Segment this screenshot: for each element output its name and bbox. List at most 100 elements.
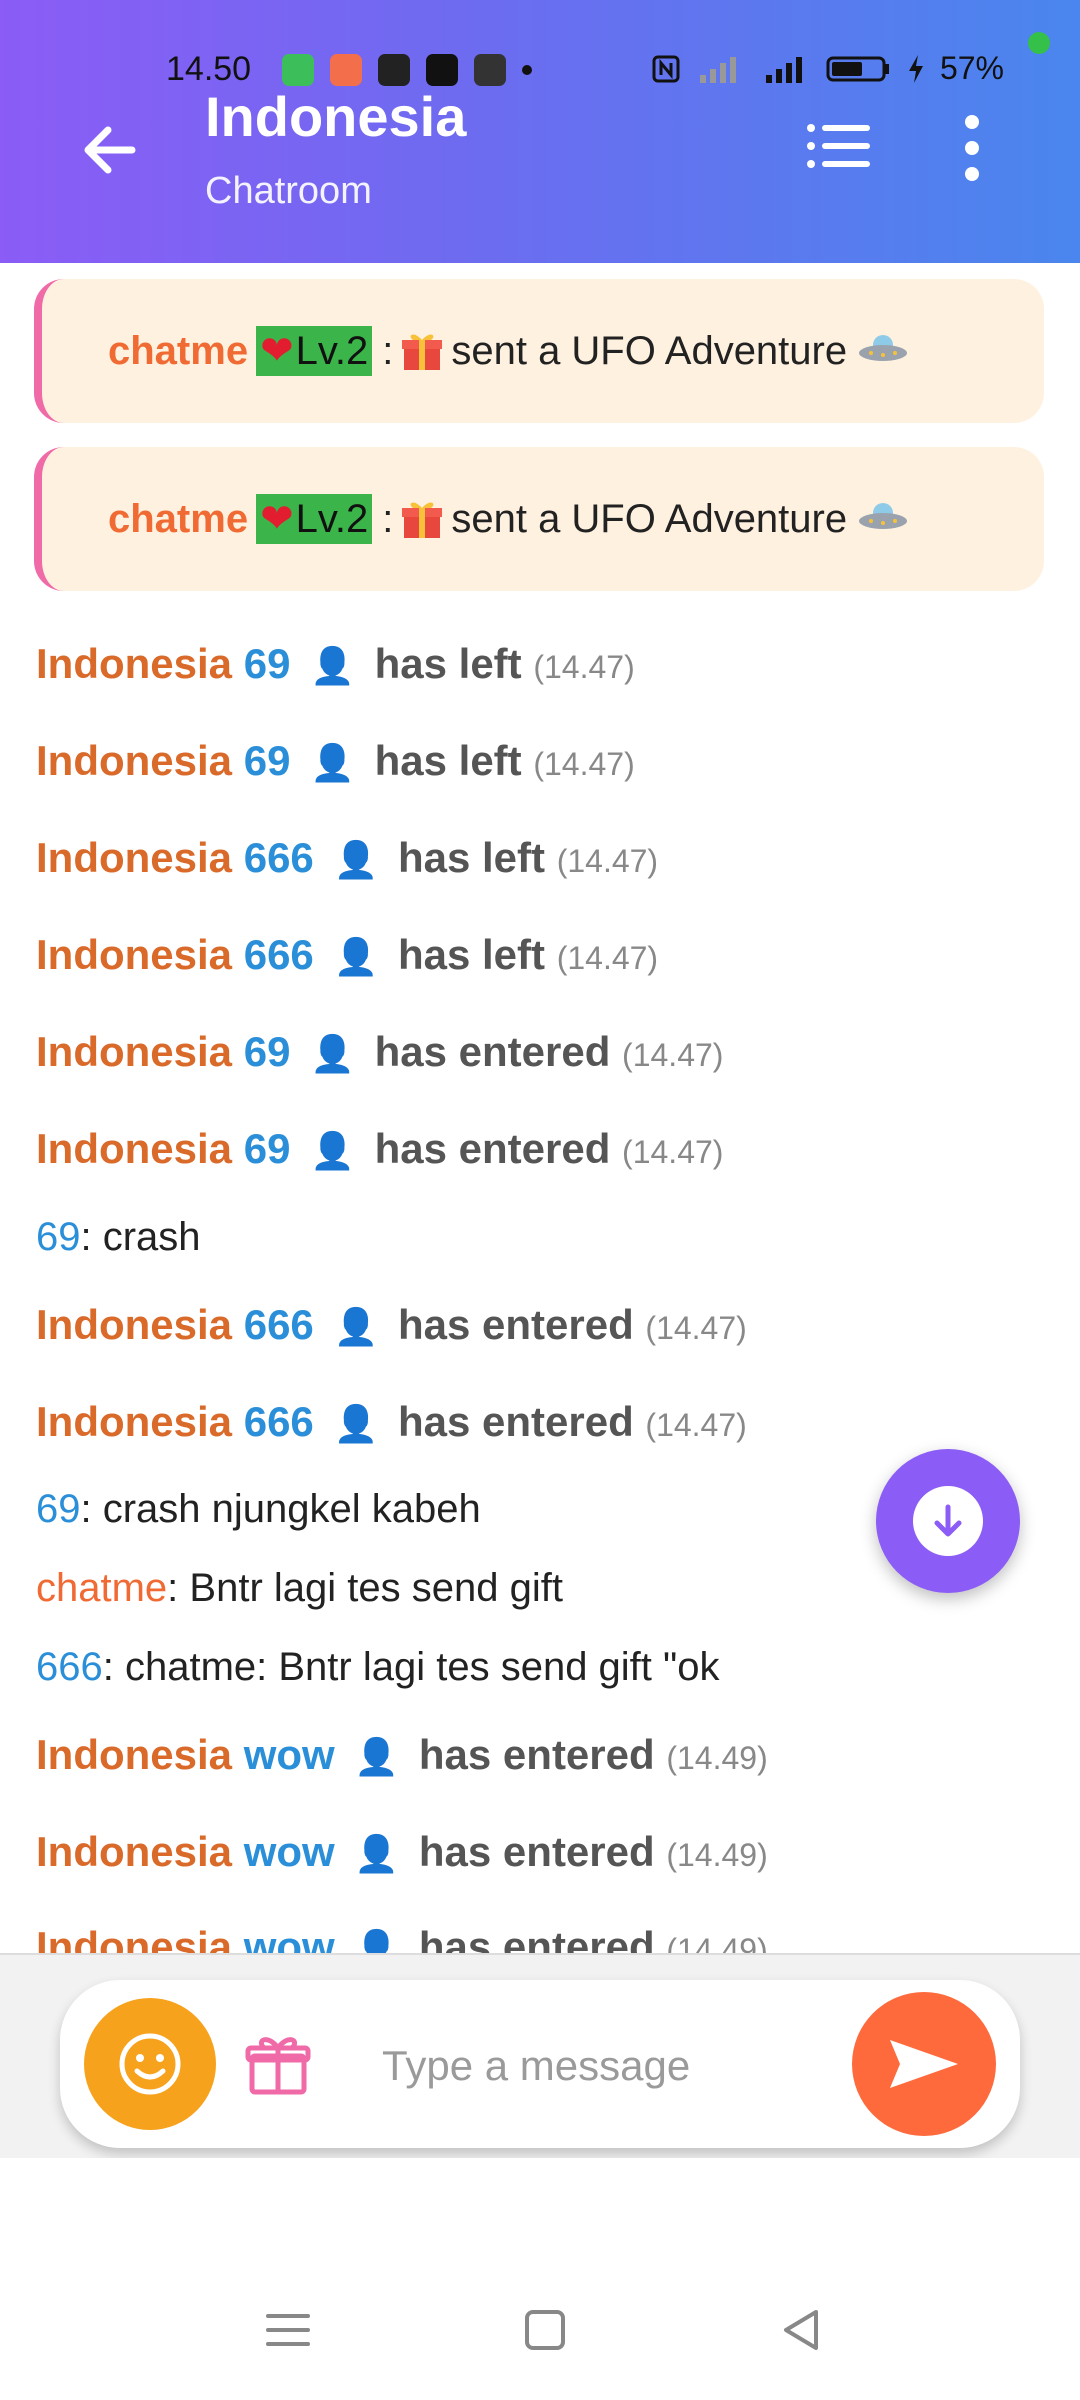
- event-room: Indonesia: [36, 834, 233, 881]
- gift-text: sent a UFO Adventure: [451, 496, 848, 541]
- person-icon: 👤: [354, 1928, 400, 1953]
- event-user[interactable]: 666: [244, 1398, 314, 1445]
- event-room: Indonesia: [36, 1398, 233, 1445]
- event-room: Indonesia: [36, 1028, 233, 1075]
- home-button[interactable]: [515, 2300, 575, 2360]
- message-sender[interactable]: chatme: [36, 1566, 167, 1610]
- status-bar: 14.50 57%: [0, 0, 1080, 140]
- more-notifications-dot: [522, 65, 532, 75]
- event-user[interactable]: 666: [244, 1301, 314, 1348]
- event-user[interactable]: 69: [244, 1028, 291, 1075]
- event-room: Indonesia: [36, 1828, 233, 1875]
- event-action: has entered: [374, 1125, 611, 1172]
- event-room: Indonesia: [36, 737, 233, 784]
- person-icon: 👤: [354, 1833, 400, 1874]
- event-user[interactable]: wow: [244, 1923, 335, 1953]
- signal-icon: [699, 56, 736, 83]
- event-time: (14.47): [556, 940, 659, 976]
- participants-list-button[interactable]: [804, 118, 874, 178]
- signal-4g-icon: [765, 56, 802, 83]
- presence-event: Indonesia 69 👤 has left (14.47): [36, 640, 635, 688]
- ufo-icon: [859, 503, 908, 529]
- message-text: : crash: [80, 1215, 201, 1259]
- arrow-down-circle-icon: [913, 1486, 983, 1556]
- gift-separator: :: [382, 496, 394, 541]
- event-room: Indonesia: [36, 640, 233, 687]
- menu-icon: [266, 2314, 310, 2346]
- chat-message: chatme: Bntr lagi tes send gift: [36, 1566, 563, 1611]
- message-text: : chatme: Bntr lagi tes send gift "ok: [102, 1645, 720, 1689]
- gift-message: chatme ❤ Lv.2 : sent a UFO Adventure: [34, 447, 1044, 591]
- more-options-button[interactable]: [952, 112, 992, 184]
- event-time: (14.49): [666, 1932, 768, 1953]
- presence-event: Indonesia 666 👤 has left (14.47): [36, 834, 658, 882]
- event-action: has left: [397, 834, 546, 881]
- privacy-indicator-dot: [1028, 32, 1050, 54]
- notification-app-icon: [426, 54, 458, 86]
- event-time: (14.47): [533, 746, 635, 782]
- nfc-icon: [652, 55, 680, 82]
- message-sender[interactable]: 69: [36, 1487, 81, 1531]
- person-icon: 👤: [333, 1403, 379, 1444]
- message-sender[interactable]: 666: [36, 1645, 103, 1689]
- list-icon: [807, 124, 870, 168]
- message-input[interactable]: [380, 2020, 844, 2112]
- presence-event: Indonesia 69 👤 has entered (14.47): [36, 1125, 723, 1173]
- event-action: has entered: [418, 1828, 655, 1875]
- smiley-icon: [119, 2033, 181, 2095]
- event-action: has left: [374, 640, 522, 687]
- gift-sender[interactable]: chatme: [108, 329, 248, 374]
- chat-message-list[interactable]: chatme ❤ Lv.2 : sent a UFO Adventure cha…: [0, 263, 1080, 1953]
- back-button[interactable]: [70, 110, 150, 190]
- event-user[interactable]: 69: [244, 1125, 291, 1172]
- send-button[interactable]: [852, 1992, 996, 2136]
- gift-icon: [245, 2037, 311, 2095]
- event-time: (14.49): [666, 1740, 768, 1776]
- triangle-back-icon: [784, 2310, 818, 2350]
- event-user[interactable]: 69: [244, 737, 291, 784]
- person-icon: 👤: [310, 645, 355, 686]
- event-time: (14.47): [622, 1134, 724, 1170]
- emoji-button[interactable]: [84, 1998, 216, 2130]
- event-user[interactable]: 666: [244, 834, 314, 881]
- level-badge: ❤ Lv.2: [256, 494, 373, 544]
- gift-button[interactable]: [244, 2030, 312, 2098]
- send-icon: [890, 2040, 958, 2088]
- arrow-left-icon: [84, 126, 136, 174]
- person-icon: 👤: [333, 839, 379, 880]
- chat-message: 666: chatme: Bntr lagi tes send gift "ok: [36, 1645, 719, 1690]
- recent-apps-button[interactable]: [258, 2300, 318, 2360]
- person-icon: 👤: [310, 742, 355, 783]
- ufo-icon: [859, 335, 908, 361]
- person-icon: 👤: [354, 1736, 400, 1777]
- presence-event: Indonesia 666 👤 has left (14.47): [36, 931, 658, 979]
- notification-app-icon: [330, 54, 362, 86]
- event-user[interactable]: wow: [244, 1828, 335, 1875]
- scroll-to-bottom-button[interactable]: [876, 1449, 1020, 1593]
- presence-event: Indonesia wow 👤 has entered (14.49): [36, 1923, 768, 1953]
- presence-event: Indonesia 666 👤 has entered (14.47): [36, 1301, 747, 1349]
- gift-sender[interactable]: chatme: [108, 497, 248, 542]
- event-room: Indonesia: [36, 931, 233, 978]
- notification-icons: [282, 54, 532, 86]
- person-icon: 👤: [310, 1033, 355, 1074]
- charging-icon: [908, 54, 923, 83]
- person-icon: 👤: [333, 1306, 379, 1347]
- presence-event: Indonesia 666 👤 has entered (14.47): [36, 1398, 747, 1446]
- event-user[interactable]: 666: [244, 931, 314, 978]
- chat-message: 69: crash njungkel kabeh: [36, 1487, 481, 1532]
- event-user[interactable]: wow: [244, 1731, 335, 1778]
- gift-box-icon: [402, 334, 443, 370]
- person-icon: 👤: [310, 1130, 355, 1171]
- message-sender[interactable]: 69: [36, 1215, 81, 1259]
- presence-event: Indonesia 69 👤 has entered (14.47): [36, 1028, 723, 1076]
- presence-event: Indonesia 69 👤 has left (14.47): [36, 737, 635, 785]
- event-room: Indonesia: [36, 1923, 233, 1953]
- battery-percentage: 57%: [939, 50, 1004, 86]
- event-time: (14.47): [556, 843, 659, 879]
- arrow-down-icon: [934, 1504, 962, 1537]
- event-user[interactable]: 69: [244, 640, 291, 687]
- heart-icon: ❤: [260, 497, 294, 541]
- message-text: : crash njungkel kabeh: [80, 1487, 481, 1531]
- back-nav-button[interactable]: [772, 2300, 832, 2360]
